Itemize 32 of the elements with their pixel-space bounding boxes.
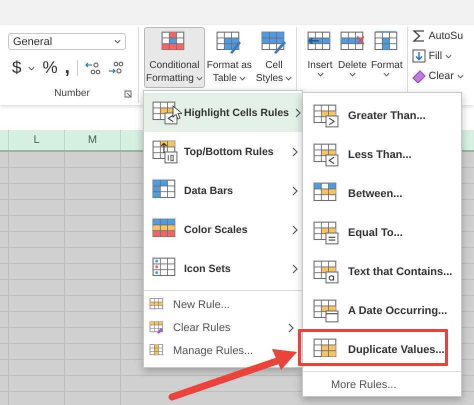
- menu-item[interactable]: Text that Contains...: [303, 252, 461, 291]
- menu-item[interactable]: Equal To...: [303, 213, 461, 252]
- comma-button[interactable]: ,: [64, 61, 70, 75]
- fill-button[interactable]: Fill: [412, 48, 464, 64]
- column-header[interactable]: M: [65, 130, 121, 150]
- menu-item[interactable]: Icon Sets: [144, 249, 302, 288]
- menu-item[interactable]: Less Than...: [303, 135, 461, 174]
- menu-item[interactable]: More Rules...: [331, 379, 396, 391]
- menu-item[interactable]: Top/Bottom Rules: [144, 132, 302, 171]
- menu-item[interactable]: Manage Rules...: [144, 339, 302, 362]
- menu-item[interactable]: A Date Occurring...: [303, 291, 461, 330]
- percent-button[interactable]: %: [42, 58, 58, 78]
- menu-item[interactable]: Color Scales: [144, 210, 302, 249]
- currency-button[interactable]: $: [12, 58, 22, 78]
- clear-button[interactable]: Clear: [412, 68, 464, 84]
- menu-item[interactable]: Data Bars: [144, 171, 302, 210]
- menu-item[interactable]: Duplicate Values...: [303, 330, 461, 369]
- menu-item[interactable]: Clear Rules: [144, 316, 302, 339]
- menu-item[interactable]: Greater Than...: [303, 96, 461, 135]
- menu-item[interactable]: New Rule...: [144, 293, 302, 316]
- ribbon-button[interactable]: Delete: [336, 27, 369, 88]
- sum-button[interactable]: AutoSu: [412, 28, 464, 44]
- group-label: Number: [54, 88, 90, 99]
- menu-item[interactable]: Between...: [303, 174, 461, 213]
- menu-item[interactable]: Highlight Cells Rules: [144, 93, 302, 132]
- column-header[interactable]: L: [9, 130, 65, 150]
- ribbon-button[interactable]: Format: [368, 27, 405, 88]
- ribbon-button[interactable]: Format as Table: [204, 27, 254, 88]
- ribbon-button[interactable]: Conditional Formatting: [144, 27, 205, 88]
- ribbon-button[interactable]: Cell Styles: [254, 27, 294, 88]
- ribbon-button[interactable]: Insert: [304, 27, 336, 88]
- number-format-dropdown[interactable]: General: [8, 33, 126, 50]
